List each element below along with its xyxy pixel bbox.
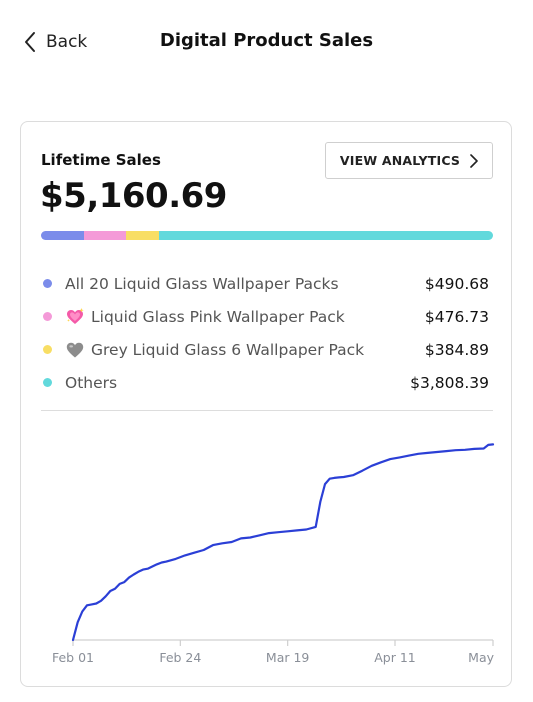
x-tick-label: May	[468, 650, 494, 665]
legend-dot	[43, 378, 52, 387]
x-tick-label: Feb 24	[159, 650, 201, 665]
view-analytics-label: VIEW ANALYTICS	[339, 153, 461, 168]
legend-item: All 20 Liquid Glass Wallpaper Packs $490…	[41, 267, 493, 300]
view-analytics-button[interactable]: VIEW ANALYTICS	[325, 142, 493, 179]
x-tick-label: Apr 11	[374, 650, 416, 665]
sales-line-chart: Feb 01 Feb 24 Mar 19 Apr 11 May	[52, 443, 495, 665]
legend-item: Others $3,808.39	[41, 366, 493, 399]
legend-dot	[43, 279, 52, 288]
legend-item-name: Others	[65, 373, 118, 392]
x-tick-label: Feb 01	[52, 650, 94, 665]
top-bar: Back Digital Product Sales	[0, 0, 533, 86]
legend-item: Grey Liquid Glass 6 Wallpaper Pack $384.…	[41, 333, 493, 366]
page-title: Digital Product Sales	[159, 30, 374, 51]
segment-pink-pack	[83, 231, 126, 240]
card-label: Lifetime Sales	[41, 151, 161, 169]
legend-item-value: $384.89	[424, 340, 489, 359]
sparkling-heart-icon	[67, 307, 84, 324]
legend-dot	[43, 345, 52, 354]
grey-heart-icon	[66, 342, 84, 357]
x-axis-ticks: Feb 01 Feb 24 Mar 19 Apr 11 May	[52, 640, 495, 665]
divider	[41, 410, 493, 411]
legend-item-value: $490.68	[424, 274, 489, 293]
legend-item-name: Grey Liquid Glass 6 Wallpaper Pack	[91, 340, 365, 359]
segment-all-20-packs	[41, 231, 84, 240]
x-tick-label: Mar 19	[266, 650, 310, 665]
sales-legend: All 20 Liquid Glass Wallpaper Packs $490…	[41, 267, 493, 399]
sales-breakdown-bar	[41, 231, 493, 240]
sales-series-line	[71, 443, 495, 642]
segment-others	[159, 231, 493, 240]
legend-item-name: Liquid Glass Pink Wallpaper Pack	[91, 307, 345, 326]
lifetime-sales-card: Lifetime Sales $5,160.69 VIEW ANALYTICS …	[20, 121, 512, 687]
legend-item-name: All 20 Liquid Glass Wallpaper Packs	[65, 274, 339, 293]
chevron-right-icon	[470, 153, 478, 168]
legend-item: Liquid Glass Pink Wallpaper Pack $476.73	[41, 300, 493, 333]
legend-item-value: $476.73	[424, 307, 489, 326]
lifetime-total: $5,160.69	[40, 176, 227, 216]
segment-grey-pack	[125, 231, 160, 240]
legend-item-value: $3,808.39	[410, 373, 489, 392]
legend-dot	[43, 312, 52, 321]
